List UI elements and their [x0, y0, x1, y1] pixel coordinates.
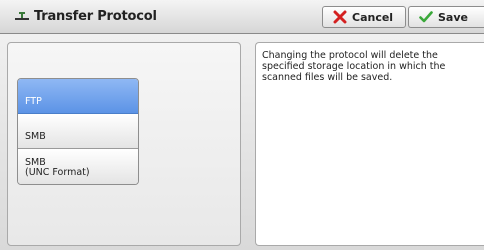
- option-label: FTP: [25, 96, 42, 107]
- title-bar: Transfer Protocol Cancel Save: [0, 0, 484, 34]
- protocol-selection-panel: FTP SMB SMB (UNC Format): [7, 42, 241, 246]
- cancel-x-icon: [333, 10, 347, 24]
- option-ftp[interactable]: FTP: [18, 79, 138, 114]
- save-button-label: Save: [438, 11, 468, 24]
- page-title: Transfer Protocol: [34, 9, 157, 24]
- info-panel: Changing the protocol will delete the sp…: [255, 42, 484, 246]
- content-area: FTP SMB SMB (UNC Format) Changing the pr…: [0, 34, 484, 250]
- cancel-button[interactable]: Cancel: [322, 6, 406, 28]
- cancel-button-label: Cancel: [352, 11, 394, 24]
- info-message: Changing the protocol will delete the sp…: [262, 50, 446, 83]
- option-label: SMB: [25, 131, 46, 142]
- checkmark-icon: [419, 11, 433, 23]
- option-label: SMB (UNC Format): [25, 157, 90, 178]
- option-smb-unc-format[interactable]: SMB (UNC Format): [18, 149, 138, 184]
- transfer-protocol-icon: [15, 12, 29, 20]
- protocol-option-list: FTP SMB SMB (UNC Format): [17, 78, 139, 185]
- option-smb[interactable]: SMB: [18, 114, 138, 149]
- save-button[interactable]: Save: [408, 6, 484, 28]
